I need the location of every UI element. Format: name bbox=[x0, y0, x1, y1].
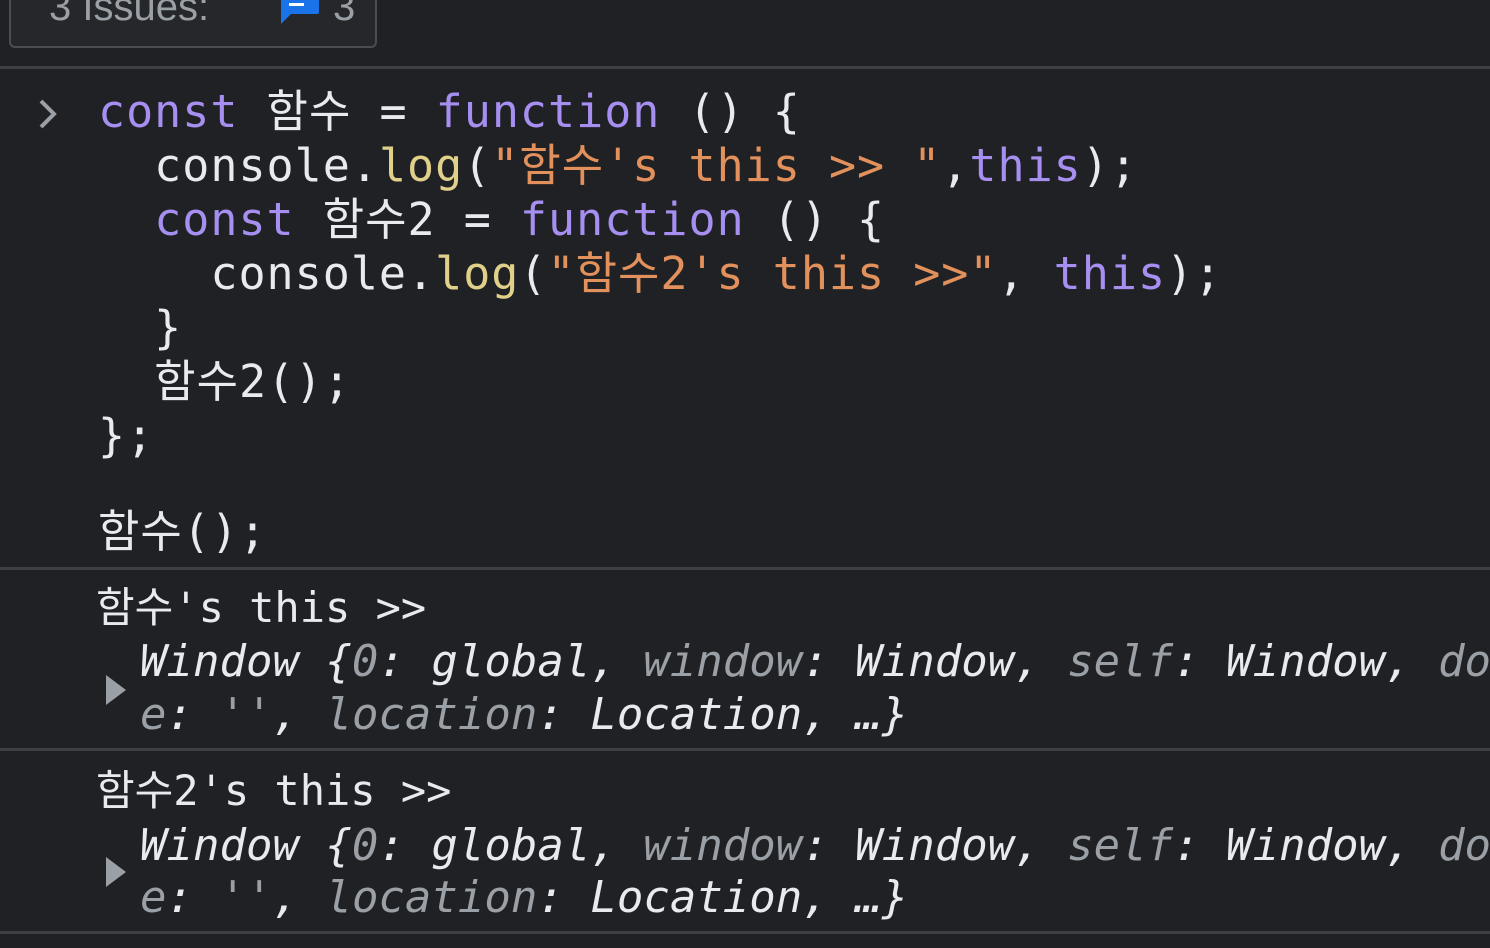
code-token: ( bbox=[463, 139, 492, 192]
code-token: 0 bbox=[351, 820, 379, 871]
code-line: }; bbox=[98, 409, 154, 463]
code-line: console.log("함수's this >> ",this); bbox=[98, 139, 1138, 193]
log-label: 함수2's this >> bbox=[96, 766, 452, 815]
code-token: log bbox=[435, 247, 520, 300]
code-token: } bbox=[98, 301, 183, 354]
code-token: const bbox=[98, 85, 239, 138]
code-token: : Window, bbox=[802, 636, 1068, 687]
log-entry: 함수2's this >> Window {0: global, window:… bbox=[0, 751, 1490, 931]
code-token: 함수2 = bbox=[294, 193, 520, 246]
code-token: window bbox=[643, 636, 803, 687]
chevron-right-icon bbox=[39, 99, 57, 129]
code-token: : Window, bbox=[1173, 636, 1439, 687]
code-token: do bbox=[1438, 636, 1490, 687]
object-preview-line1[interactable]: Window {0: global, window: Window, self:… bbox=[140, 819, 1490, 872]
code-token: location bbox=[325, 872, 538, 923]
code-token: this bbox=[969, 139, 1082, 192]
code-token: console. bbox=[98, 247, 436, 300]
code-token: Window { bbox=[140, 820, 352, 871]
code-token: Window { bbox=[140, 636, 352, 687]
log-label: 함수's this >> bbox=[96, 583, 427, 632]
console-input-block[interactable]: const 함수 = function () { console.log("함수… bbox=[0, 70, 1490, 567]
code-line: } bbox=[98, 301, 182, 355]
code-token: function bbox=[435, 85, 661, 138]
code-token: 0 bbox=[351, 636, 379, 687]
code-token: , bbox=[272, 872, 326, 923]
issues-count: 3 bbox=[333, 0, 356, 29]
code-token: ); bbox=[1081, 139, 1138, 192]
code-line: console.log("함수2's this >>", this); bbox=[98, 247, 1222, 301]
code-line: 함수2(); bbox=[98, 355, 351, 409]
code-token: do bbox=[1438, 820, 1490, 871]
code-token: : Window, bbox=[1173, 820, 1439, 871]
issues-button[interactable]: 3 Issues: 3 bbox=[9, 0, 377, 48]
code-token: () { bbox=[660, 85, 801, 138]
code-token: window bbox=[643, 820, 803, 871]
code-token: '' bbox=[219, 872, 273, 923]
code-token: () { bbox=[744, 193, 886, 246]
code-token: : global, bbox=[378, 636, 644, 687]
code-token: : bbox=[166, 689, 220, 740]
code-token: 함수(); bbox=[98, 505, 268, 558]
code-token: : global, bbox=[378, 820, 644, 871]
object-preview-line1[interactable]: Window {0: global, window: Window, self:… bbox=[140, 635, 1490, 688]
code-token: self bbox=[1067, 820, 1174, 871]
code-token: console. bbox=[98, 139, 379, 192]
divider bbox=[0, 931, 1490, 934]
object-preview-line2[interactable]: e: '', location: Location, …} bbox=[140, 688, 908, 741]
code-token: , bbox=[941, 139, 970, 192]
code-token: e bbox=[140, 689, 167, 740]
code-token: function bbox=[519, 193, 745, 246]
code-token: }; bbox=[98, 409, 155, 462]
code-token: self bbox=[1067, 636, 1174, 687]
code-token: , bbox=[272, 689, 326, 740]
code-token: '' bbox=[219, 689, 273, 740]
code-line: const 함수 = function () { bbox=[98, 85, 801, 139]
code-token: : Location, …} bbox=[537, 872, 909, 923]
code-token: log bbox=[378, 139, 464, 192]
code-token: : bbox=[166, 872, 220, 923]
code-token: e bbox=[140, 872, 167, 923]
code-token: : Location, …} bbox=[537, 689, 909, 740]
code-token: const bbox=[154, 193, 295, 246]
code-token: location bbox=[325, 689, 538, 740]
message-issue-icon bbox=[281, 0, 319, 24]
triangle-right-icon[interactable] bbox=[104, 855, 128, 889]
code-token: 함수2(); bbox=[98, 355, 352, 408]
log-entry: 함수's this >> Window {0: global, window: … bbox=[0, 570, 1490, 748]
code-line: 함수(); bbox=[98, 505, 267, 559]
code-token: ( bbox=[519, 247, 548, 300]
code-line: const 함수2 = function () { bbox=[98, 193, 885, 247]
code-token: ); bbox=[1166, 247, 1223, 300]
code-token: this bbox=[1053, 247, 1167, 300]
code-token: "함수2's this >>" bbox=[547, 247, 998, 300]
issues-label: 3 Issues: bbox=[49, 0, 210, 29]
code-token: "함수's this >> " bbox=[491, 139, 942, 192]
issues-bar: 3 Issues: 3 bbox=[0, 0, 1490, 66]
object-preview-line2[interactable]: e: '', location: Location, …} bbox=[140, 871, 908, 924]
code-token: 함수 = bbox=[238, 85, 436, 138]
code-token: , bbox=[997, 247, 1054, 300]
triangle-right-icon[interactable] bbox=[104, 673, 128, 707]
divider bbox=[0, 66, 1490, 69]
code-token: : Window, bbox=[802, 820, 1068, 871]
